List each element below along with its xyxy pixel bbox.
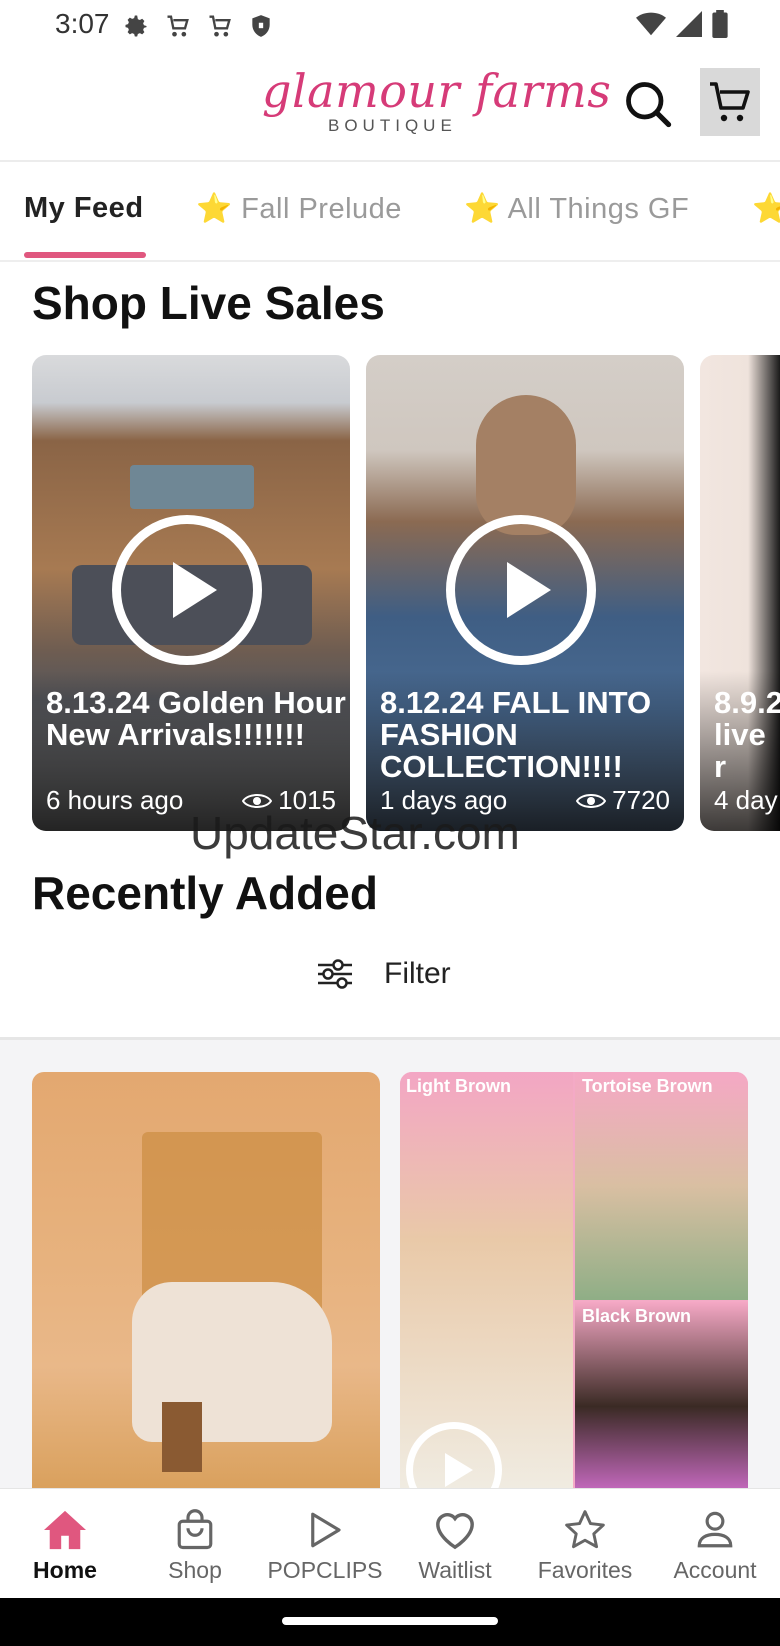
view-count: 7720 <box>576 785 670 816</box>
home-gesture-handle[interactable] <box>282 1617 498 1625</box>
nav-account[interactable]: Account <box>650 1489 780 1599</box>
status-bar: 3:07 <box>0 0 780 50</box>
star-icon <box>565 1510 605 1549</box>
wifi-icon <box>636 12 666 36</box>
play-button[interactable] <box>406 1422 502 1492</box>
product-card[interactable] <box>32 1072 380 1492</box>
play-button[interactable] <box>112 515 262 665</box>
variant-label: Black Brown <box>582 1306 692 1326</box>
nav-waitlist[interactable]: Waitlist <box>390 1489 520 1599</box>
cart-icon <box>209 15 231 37</box>
heart-icon <box>436 1513 474 1550</box>
model-head <box>476 395 576 535</box>
live-sale-card[interactable]: 8.9.2 live r 4 day <box>700 355 780 831</box>
nav-popclips[interactable]: POPCLIPS <box>260 1489 390 1599</box>
search-button[interactable] <box>622 78 674 130</box>
product-photo-tortoise <box>575 1072 748 1300</box>
nav-label: Shop <box>168 1557 222 1583</box>
product-card[interactable]: Light Brown Tortoise Brown Black Brown <box>400 1072 748 1492</box>
brand-logo-sub: BOUTIQUE <box>328 116 457 135</box>
cart-icon <box>710 82 750 122</box>
live-sale-card[interactable]: 8.12.24 FALL INTO FASHION COLLECTION!!!!… <box>366 355 684 831</box>
live-sale-time: 6 hours ago <box>46 785 184 815</box>
play-icon <box>507 562 551 618</box>
bottom-nav: Home Shop POPCLIPS Waitlist Favorites Ac… <box>0 1488 780 1599</box>
variant-label: Light Brown <box>406 1076 511 1096</box>
play-button[interactable] <box>446 515 596 665</box>
shield-icon <box>252 15 270 37</box>
shopping-bag-icon <box>177 1509 213 1550</box>
feed-tabs: My Feed ⭐ Fall Prelude ⭐ All Things GF ⭐ <box>0 162 780 262</box>
product-photo-black <box>575 1302 748 1492</box>
status-icons <box>122 12 274 40</box>
nav-label: Account <box>673 1557 757 1583</box>
store-sign <box>130 465 254 509</box>
live-sale-title: 8.13.24 Golden Hour New Arrivals!!!!!!! <box>46 685 346 752</box>
person-icon <box>697 1511 733 1548</box>
tab-all-things-gf[interactable]: ⭐ All Things GF <box>464 192 689 226</box>
signal-icon <box>676 11 702 37</box>
play-icon <box>311 1512 341 1548</box>
nav-favorites[interactable]: Favorites <box>520 1489 650 1599</box>
nav-label: Waitlist <box>418 1557 492 1583</box>
cart-icon <box>167 15 189 37</box>
eye-icon <box>576 793 607 808</box>
app-header: glamour farms BOUTIQUE <box>0 50 780 162</box>
filter-sliders-icon <box>318 959 352 989</box>
live-sale-card[interactable]: 8.13.24 Golden Hour New Arrivals!!!!!!! … <box>32 355 350 831</box>
live-sale-time: 4 day <box>714 785 778 815</box>
play-icon <box>173 562 217 618</box>
battery-icon <box>712 10 728 38</box>
search-icon <box>626 82 672 128</box>
cart-button[interactable] <box>700 68 760 136</box>
live-sale-title: 8.12.24 FALL INTO FASHION COLLECTION!!!! <box>380 685 652 784</box>
status-time: 3:07 <box>55 8 110 39</box>
variant-label: Tortoise Brown <box>582 1076 713 1096</box>
tab-my-feed[interactable]: My Feed <box>24 192 144 225</box>
nav-shop[interactable]: Shop <box>130 1489 260 1599</box>
active-tab-indicator <box>24 252 146 258</box>
status-right-icons <box>636 10 728 38</box>
gear-icon <box>125 15 147 37</box>
home-icon <box>44 1510 86 1550</box>
tab-fall-prelude[interactable]: ⭐ Fall Prelude <box>196 192 402 226</box>
live-sales-title: Shop Live Sales <box>32 277 385 329</box>
nav-label: Home <box>33 1557 97 1583</box>
brand-logo[interactable]: glamour farms <box>262 64 611 118</box>
nav-home[interactable]: Home <box>0 1489 130 1599</box>
filter-button[interactable]: Filter <box>316 957 451 991</box>
system-gesture-bar <box>0 1598 780 1646</box>
view-count-value: 7720 <box>612 785 670 815</box>
live-sale-meta: 4 day <box>714 785 780 816</box>
tab-more[interactable]: ⭐ <box>752 192 780 226</box>
nav-label: POPCLIPS <box>267 1557 383 1583</box>
boot-heel <box>162 1402 202 1472</box>
live-sale-title: 8.9.2 live r <box>714 687 780 783</box>
filter-label: Filter <box>384 957 451 990</box>
recently-added-title: Recently Added <box>32 867 378 919</box>
play-icon <box>445 1453 473 1487</box>
nav-label: Favorites <box>537 1557 633 1583</box>
watermark: UpdateStar.com <box>190 807 520 859</box>
